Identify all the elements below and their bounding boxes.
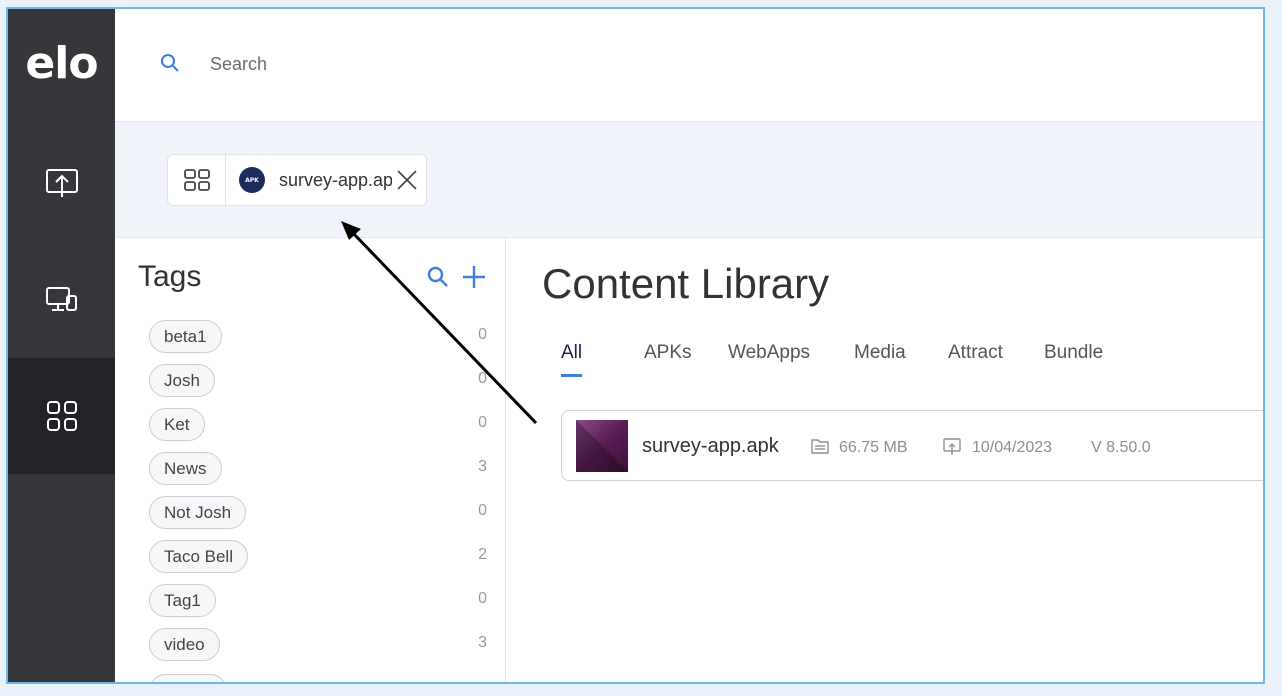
tag-row[interactable]: Josh 0 [149, 364, 487, 398]
item-thumbnail [576, 420, 628, 472]
logo-text: elo [25, 37, 98, 89]
tag-count: 3 [478, 634, 487, 651]
search-icon [161, 54, 179, 72]
sidebar-item-content[interactable] [8, 358, 115, 474]
tab-apks[interactable]: APKs [644, 342, 692, 374]
open-tab-label: survey-app.apk [279, 169, 392, 190]
tag-count: 0 [478, 590, 487, 607]
close-icon[interactable] [396, 169, 418, 191]
tags-title: Tags [138, 260, 202, 293]
open-tab-chip[interactable]: APK survey-app.apk [167, 154, 427, 206]
tab-grid-button[interactable] [168, 155, 226, 205]
tag-pill[interactable]: Ket [149, 408, 205, 441]
tag-row[interactable]: Tag1 0 [149, 584, 487, 618]
page-title: Content Library [542, 260, 830, 307]
tag-count: 3 [478, 458, 487, 475]
grid-icon [183, 169, 210, 191]
tab-attract[interactable]: Attract [948, 342, 1003, 374]
upload-date-icon [943, 438, 961, 455]
tag-count: 2 [478, 546, 487, 563]
tag-pill[interactable]: Tag1 [149, 584, 216, 617]
content-item-card[interactable]: survey-app.apk 66.75 MB 10/04/2023 V 8.5… [561, 410, 1263, 481]
tab-bundle[interactable]: Bundle [1044, 342, 1103, 374]
tag-count: 0 [478, 502, 487, 519]
tab-all[interactable]: All [561, 342, 583, 377]
tag-row[interactable]: Ket 0 [149, 408, 487, 442]
content-library: Content Library All APKs WebApps Media A… [506, 238, 1263, 682]
tag-pill[interactable]: News [149, 452, 222, 485]
apk-badge-icon: APK [239, 167, 265, 193]
devices-icon [45, 287, 77, 311]
file-icon [811, 439, 829, 454]
item-date: 10/04/2023 [972, 439, 1053, 456]
upload-screen-icon [45, 169, 78, 197]
tags-panel: Tags beta1 0 Josh 0 Ket 0 News 3 Not Jos… [115, 238, 506, 682]
sidebar: elo [8, 9, 115, 682]
tab-media[interactable]: Media [854, 342, 906, 374]
tag-row[interactable]: video 3 [149, 628, 487, 662]
tag-row[interactable]: beta1 0 [149, 320, 487, 354]
grid-icon [46, 401, 77, 431]
item-name: survey-app.apk [642, 435, 779, 457]
tag-row-partial[interactable] [149, 674, 487, 682]
tag-pill[interactable] [149, 674, 227, 682]
tag-row[interactable]: Not Josh 0 [149, 496, 487, 530]
tab-webapps[interactable]: WebApps [728, 342, 810, 374]
elo-logo[interactable]: elo [8, 9, 115, 117]
tag-count: 0 [478, 414, 487, 431]
search-input[interactable] [210, 49, 610, 79]
tag-count: 0 [478, 370, 487, 387]
sidebar-item-upload[interactable] [8, 126, 115, 242]
search-icon[interactable] [427, 266, 449, 288]
top-header [115, 9, 1263, 122]
tag-row[interactable]: Taco Bell 2 [149, 540, 487, 574]
app-window: elo Search APK survey-app.apk Tags beta1… [6, 7, 1265, 684]
sidebar-item-devices[interactable] [8, 242, 115, 358]
tag-pill[interactable]: Josh [149, 364, 215, 397]
plus-icon[interactable] [461, 264, 487, 290]
item-size: 66.75 MB [839, 439, 908, 456]
open-tabs-strip: APK survey-app.apk [115, 122, 1263, 238]
tag-pill[interactable]: Taco Bell [149, 540, 248, 573]
item-version: V 8.50.0 [1091, 439, 1151, 456]
tag-pill[interactable]: beta1 [149, 320, 222, 353]
tag-row[interactable]: News 3 [149, 452, 487, 486]
tag-count: 0 [478, 326, 487, 343]
tag-pill[interactable]: video [149, 628, 220, 661]
tag-pill[interactable]: Not Josh [149, 496, 247, 529]
